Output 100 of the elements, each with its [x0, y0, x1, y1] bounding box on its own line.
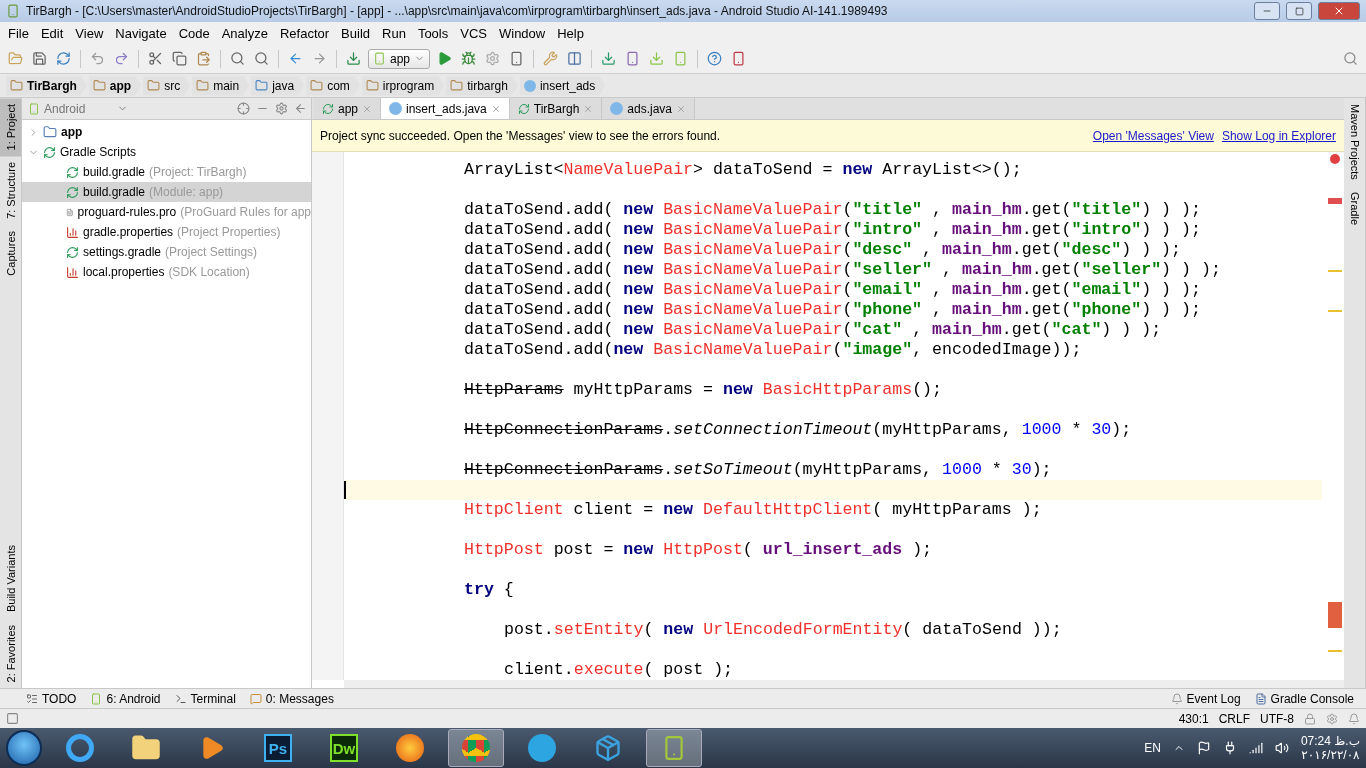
menu-item[interactable]: View [69, 25, 110, 41]
file-encoding[interactable]: UTF-8 [1260, 711, 1294, 726]
taskbar-app[interactable]: Ps [250, 729, 306, 767]
tree-item[interactable]: Gradle Scripts [22, 142, 311, 162]
code-line: dataToSend.add( new BasicNameValuePair("cat" , main_hm.get("cat") ) ); [464, 320, 1163, 340]
source-folder-icon [255, 79, 269, 92]
close-icon[interactable] [362, 103, 373, 114]
breadcrumb[interactable]: java [251, 75, 305, 96]
error-marker [1328, 602, 1342, 628]
breadcrumb[interactable]: insert_ads [519, 75, 606, 96]
breadcrumb[interactable]: main [192, 75, 250, 96]
tool-window-tab[interactable]: Terminal [174, 691, 236, 706]
menu-item[interactable]: Navigate [109, 25, 173, 41]
code-line: HttpClient client = new DefaultHttpClient( myHttpParams ); [464, 500, 1043, 520]
editor-tab[interactable]: app [314, 98, 382, 119]
volume-icon[interactable] [1274, 741, 1289, 755]
run-configuration-dropdown[interactable]: app [368, 48, 431, 69]
menu-item[interactable]: Tools [411, 25, 455, 41]
notification-link[interactable]: Show Log in Explorer [1221, 128, 1336, 143]
breadcrumb[interactable]: tirbargh [446, 75, 518, 96]
close-icon[interactable] [676, 103, 687, 114]
search-icon[interactable] [1341, 49, 1360, 68]
maximize-button[interactable] [1286, 2, 1312, 20]
breadcrumb[interactable]: TirBargh [6, 75, 87, 96]
tool-window-tab[interactable]: TODO [26, 691, 77, 706]
tool-window-tab[interactable]: Gradle [1344, 185, 1365, 231]
menu-item[interactable]: File [2, 25, 35, 41]
tree-item-detail: (Project: TirBargh) [149, 165, 247, 179]
menu-item[interactable]: Help [551, 25, 590, 41]
tree-item-name: proguard-rules.pro [77, 205, 177, 219]
search-icon[interactable] [228, 49, 247, 68]
tool-window-tab[interactable]: Gradle Console [1254, 691, 1354, 706]
start-button[interactable] [6, 730, 42, 766]
menu-item[interactable]: VCS [454, 25, 493, 41]
browser-icon [66, 734, 94, 762]
menu-item[interactable]: Run [376, 25, 412, 41]
menu-item[interactable]: Build [335, 25, 376, 41]
tree-item[interactable]: app [22, 122, 311, 142]
tree-item-detail: (SDK Location) [168, 265, 250, 279]
settings-icon[interactable] [275, 102, 288, 115]
horizontal-scrollbar[interactable] [344, 680, 1344, 688]
tree-item[interactable]: build.gradle (Module: app) [22, 182, 311, 202]
round-browser-icon [462, 734, 490, 762]
tool-window-tab[interactable]: Build Variants [0, 539, 21, 619]
properties-icon [66, 265, 79, 279]
tool-window-tab[interactable]: 7: Structure [0, 156, 21, 226]
notification-link[interactable]: Open 'Messages' View [1092, 128, 1214, 143]
breadcrumb[interactable]: com [306, 75, 360, 96]
code-line: client.execute( post ); [504, 660, 735, 680]
close-icon[interactable] [583, 103, 594, 114]
make-icon[interactable] [344, 49, 363, 68]
tool-window-tab[interactable]: 1: Project [0, 98, 21, 157]
target-icon[interactable] [237, 102, 250, 115]
breadcrumb[interactable]: irprogram [361, 75, 445, 96]
line-separator[interactable]: CRLF [1218, 711, 1250, 726]
copy-icon[interactable] [170, 49, 189, 68]
menu-item[interactable]: Refactor [273, 25, 336, 41]
close-button[interactable] [1318, 2, 1360, 20]
messages-icon [249, 692, 262, 705]
tool-window-tab[interactable]: 6: Android [90, 691, 161, 706]
clock[interactable]: 07:24 ب.ظ ۲۰۱۶/۲۲/۰۸ [1300, 734, 1360, 762]
save-icon[interactable] [30, 49, 49, 68]
hide-icon[interactable] [294, 102, 307, 115]
menu-item[interactable]: Analyze [215, 25, 274, 41]
menu-item[interactable]: Edit [34, 25, 70, 41]
tree-item[interactable]: local.properties (SDK Location) [22, 262, 311, 282]
notification-icon[interactable] [1348, 712, 1360, 725]
editor-tab[interactable]: ads.java [602, 98, 696, 119]
breadcrumb[interactable]: src [143, 75, 191, 96]
gradle-icon [43, 145, 56, 159]
menu-item[interactable]: Code [172, 25, 216, 41]
panel-toggle-icon[interactable] [6, 712, 19, 725]
tree-item[interactable]: proguard-rules.pro (ProGuard Rules for app [22, 202, 311, 222]
flag-icon[interactable] [1196, 741, 1211, 755]
breadcrumb[interactable]: app [88, 75, 142, 96]
folder-icon [10, 79, 23, 92]
inspector-icon[interactable] [1326, 712, 1338, 725]
language-indicator[interactable]: EN [1144, 741, 1161, 755]
tree-item[interactable]: build.gradle (Project: TirBargh) [22, 162, 311, 182]
sync-icon[interactable] [54, 49, 73, 68]
tree-item[interactable]: gradle.properties (Project Properties) [22, 222, 311, 242]
tree-item[interactable]: settings.gradle (Project Settings) [22, 242, 311, 262]
class-icon [389, 102, 403, 115]
tool-window-tab[interactable]: Captures [0, 225, 21, 282]
editor-tab[interactable]: insert_ads.java [381, 98, 510, 119]
tool-window-tab[interactable]: 2: Favorites [0, 618, 21, 688]
android-icon [28, 102, 40, 115]
app-logo-icon [6, 4, 20, 18]
signal-icon[interactable] [1248, 741, 1263, 755]
menu-item[interactable]: Window [492, 25, 552, 41]
minimize-button[interactable] [1254, 2, 1280, 20]
tool-window-tab[interactable]: Event Log [1170, 691, 1241, 706]
replace-icon[interactable] [252, 49, 271, 68]
tool-window-tab[interactable]: Maven Projects [1344, 98, 1365, 186]
lock-icon[interactable] [1304, 712, 1316, 725]
editor-tab[interactable]: TirBargh [509, 98, 603, 119]
close-icon[interactable] [490, 103, 501, 114]
caret-position[interactable]: 430:1 [1178, 711, 1209, 726]
taskbar-app[interactable]: Dw [316, 729, 372, 767]
tool-window-tab[interactable]: 0: Messages [249, 691, 334, 706]
